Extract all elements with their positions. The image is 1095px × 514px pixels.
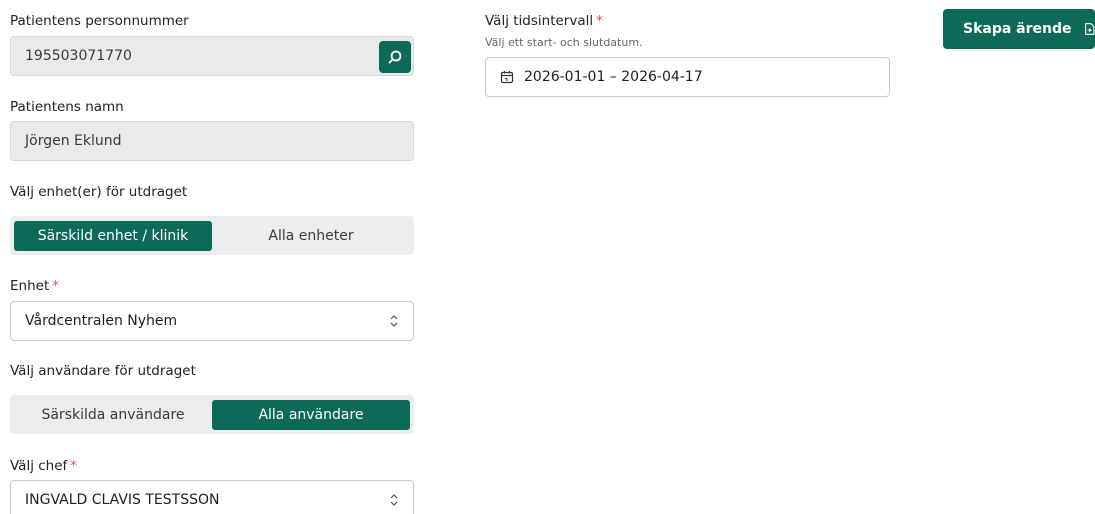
create-case-label: Skapa ärende [963, 21, 1072, 37]
enhet-label-text: Enhet [10, 278, 50, 294]
calendar-icon [500, 71, 514, 84]
anvandare-scope-label: Välj användare för utdraget [10, 363, 196, 379]
chef-label-text: Välj chef [10, 458, 68, 474]
chef-select[interactable]: INGVALD CLAVIS TESTSSON [10, 480, 414, 514]
personnummer-field[interactable]: 195503071770 [10, 36, 414, 76]
extract-form: Patientens personnummer 195503071770 Pat… [0, 0, 1095, 514]
enhet-select[interactable]: Vårdcentralen Nyhem [10, 301, 414, 341]
enhet-scope-all-button[interactable]: Alla enheter [212, 221, 410, 251]
enhet-scope-label: Välj enhet(er) för utdraget [10, 184, 188, 200]
chef-required-mark: * [70, 458, 78, 474]
namn-field: Jörgen Eklund [10, 121, 414, 161]
search-icon [388, 50, 402, 64]
date-range-input[interactable]: 2026-01-01 – 2026-04-17 [485, 57, 890, 97]
chevron-updown-icon [390, 315, 398, 327]
file-plus-icon [1084, 23, 1094, 35]
enhet-value: Vårdcentralen Nyhem [25, 313, 178, 329]
enhet-label: Enhet * [10, 278, 59, 294]
search-button[interactable] [379, 41, 411, 73]
personnummer-value: 195503071770 [25, 48, 132, 64]
chef-value: INGVALD CLAVIS TESTSSON [25, 492, 220, 508]
enhet-scope-toggle: Särskild enhet / klinik Alla enheter [10, 216, 414, 255]
anvandare-scope-all-button[interactable]: Alla användare [212, 399, 410, 430]
tidsintervall-label-text: Välj tidsintervall [485, 13, 594, 29]
anvandare-scope-specific-button[interactable]: Särskilda användare [14, 400, 212, 430]
anvandare-scope-toggle: Särskilda användare Alla användare [10, 395, 414, 434]
date-range-value: 2026-01-01 – 2026-04-17 [524, 69, 703, 85]
enhet-scope-specific-button[interactable]: Särskild enhet / klinik [14, 220, 212, 251]
tidsintervall-hint: Välj ett start- och slutdatum. [485, 36, 643, 49]
namn-value: Jörgen Eklund [25, 133, 122, 149]
create-case-button[interactable]: Skapa ärende [943, 9, 1095, 49]
personnummer-label: Patientens personnummer [10, 13, 189, 29]
chevron-updown-icon [390, 494, 398, 506]
tidsintervall-required-mark: * [596, 13, 603, 29]
enhet-required-mark: * [52, 278, 59, 294]
namn-label: Patientens namn [10, 99, 124, 115]
tidsintervall-label: Välj tidsintervall * [485, 13, 603, 29]
chef-label: Välj chef * [10, 458, 77, 474]
